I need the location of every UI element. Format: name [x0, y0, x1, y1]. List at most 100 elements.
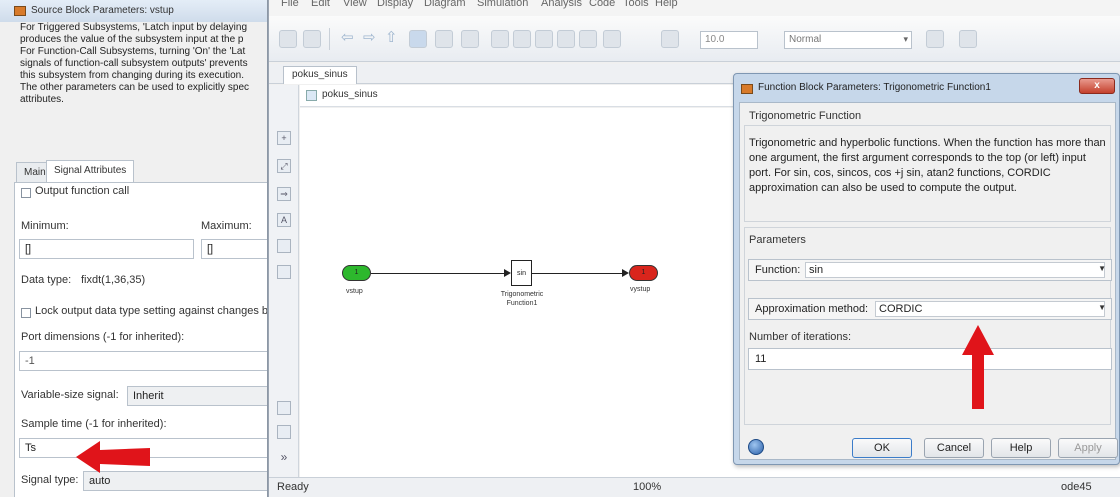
annotation-arrow-up [962, 325, 994, 409]
description-line: this subsystem from changing during its … [20, 70, 244, 81]
function-select[interactable]: Function: sin ▼ [748, 259, 1112, 281]
model-icon [306, 90, 317, 101]
inport-block[interactable]: 1 [342, 265, 371, 281]
fit-to-view-icon[interactable]: ⤢ [277, 159, 291, 173]
breadcrumb-model[interactable]: pokus_sinus [322, 89, 378, 100]
block-description: Trigonometric and hyperbolic functions. … [749, 136, 1111, 196]
output-function-call-label: Output function call [35, 185, 130, 197]
menu-code[interactable]: Code [589, 0, 615, 9]
signal-type-select[interactable]: auto [83, 471, 267, 491]
port-dimensions-field[interactable]: -1 [19, 351, 267, 371]
collapse-icon[interactable]: » [277, 451, 291, 465]
record-icon[interactable] [603, 30, 621, 48]
menu-help[interactable]: Help [655, 0, 678, 9]
build-icon[interactable] [959, 30, 977, 48]
description-line: port. For sin, cos, sincos, cos +j sin, … [749, 167, 1051, 179]
annotation-arrow-left [76, 441, 150, 473]
apply-button[interactable]: Apply [1058, 438, 1118, 458]
help-button[interactable]: Help [991, 438, 1051, 458]
forward-arrow-icon[interactable]: ⇨ [363, 28, 376, 46]
run-icon[interactable] [535, 30, 553, 48]
menu-tools[interactable]: Tools [623, 0, 649, 9]
timer-icon[interactable] [661, 30, 679, 48]
menu-edit[interactable]: Edit [311, 0, 330, 9]
iterations-field[interactable]: 11 [748, 348, 1112, 370]
refresh-icon[interactable] [513, 30, 531, 48]
signal-line-out[interactable] [532, 273, 622, 274]
step-forward-icon[interactable] [557, 30, 575, 48]
close-button[interactable]: x [1079, 78, 1115, 94]
group-title: Trigonometric Function [749, 110, 862, 122]
trigonometric-function-label: Trigonometric Function1 [487, 290, 557, 308]
data-type-value[interactable]: fixdt(1,36,35) [81, 274, 145, 286]
simulation-mode-select[interactable]: Normal ▾ [784, 31, 912, 49]
dialog-title-bar[interactable]: Function Block Parameters: Trigonometric… [734, 74, 1119, 102]
menu-display[interactable]: Display [377, 0, 413, 9]
area-icon[interactable] [277, 265, 291, 279]
signal-line-in[interactable] [371, 273, 505, 274]
model-advisor-icon[interactable] [926, 30, 944, 48]
menu-view[interactable]: View [343, 0, 367, 9]
port-dimensions-label: Port dimensions (-1 for inherited): [21, 331, 185, 343]
dialog-title: Function Block Parameters: Trigonometric… [758, 82, 991, 93]
source-block-parameters-dialog: Source Block Parameters: vstup For Trigg… [0, 0, 268, 497]
menu-diagram[interactable]: Diagram [424, 0, 466, 9]
lock-output-checkbox[interactable] [21, 308, 31, 318]
function-label: Function: [755, 264, 801, 276]
maximum-label: Maximum: [201, 220, 252, 232]
dialog-title-bar[interactable]: Source Block Parameters: vstup [0, 0, 267, 22]
menu-file[interactable]: File [281, 0, 299, 9]
model-explorer-icon[interactable] [461, 30, 479, 48]
signal-arrowhead-in [504, 269, 511, 277]
cancel-button[interactable]: Cancel [924, 438, 984, 458]
stop-icon[interactable] [579, 30, 597, 48]
description-line: Trigonometric and hyperbolic functions. … [749, 137, 1106, 149]
arrow-icon[interactable]: ⇒ [277, 187, 291, 201]
menu-analysis[interactable]: Analysis [541, 0, 582, 9]
outport-block[interactable]: 1 [629, 265, 658, 281]
lock-output-label: Lock output data type setting against ch… [35, 305, 268, 317]
up-arrow-icon[interactable]: ⇧ [385, 28, 398, 46]
ok-button[interactable]: OK [852, 438, 912, 458]
settings-gear-icon[interactable] [435, 30, 453, 48]
overview-icon[interactable] [277, 401, 291, 415]
simulink-block-icon [741, 84, 753, 94]
zoom-icon[interactable]: + [277, 131, 291, 145]
outport-block-label: vystup [630, 286, 651, 293]
variable-size-select[interactable]: Inherit [127, 386, 267, 406]
library-browser-icon[interactable] [409, 30, 427, 48]
simulation-mode-value: Normal [789, 34, 822, 45]
parameter-tabs: Main Signal Attributes [14, 160, 267, 183]
minimum-field[interactable]: [] [19, 239, 194, 259]
palette-toolbar: + ⤢ ⇒ A » [269, 85, 299, 477]
step-back-icon[interactable] [491, 30, 509, 48]
tab-pokus-sinus[interactable]: pokus_sinus [283, 66, 357, 84]
stop-time-input[interactable]: 10.0 [700, 31, 758, 49]
description-line: produces the value of the subsystem inpu… [20, 34, 244, 45]
trig-label-line-1: Trigonometric [500, 291, 544, 298]
tab-signal-attributes[interactable]: Signal Attributes [46, 160, 135, 183]
toolbar-separator [329, 28, 330, 50]
breadcrumb: pokus_sinus [300, 85, 750, 107]
save-icon[interactable] [303, 30, 321, 48]
trig-label-line-2: Function1 [506, 300, 538, 307]
dialog-title: Source Block Parameters: vstup [31, 5, 174, 16]
image-icon[interactable] [277, 239, 291, 253]
menu-simulation[interactable]: Simulation [477, 0, 528, 9]
function-block-parameters-dialog: Function Block Parameters: Trigonometric… [733, 73, 1120, 465]
output-function-call-checkbox[interactable] [21, 188, 31, 198]
approximation-method-value[interactable]: CORDIC [875, 301, 1105, 317]
description-line: one argument, the first argument corresp… [749, 152, 1086, 164]
maximum-field[interactable]: [] [201, 239, 267, 259]
zoom-level: 100% [633, 481, 662, 493]
iterations-label: Number of iterations: [749, 331, 852, 343]
new-model-icon[interactable] [279, 30, 297, 48]
help-icon[interactable] [748, 439, 764, 455]
report-icon[interactable] [277, 425, 291, 439]
back-arrow-icon[interactable]: ⇦ [341, 28, 354, 46]
annotation-icon[interactable]: A [277, 213, 291, 227]
function-value[interactable]: sin [805, 262, 1105, 278]
trigonometric-function-block[interactable]: sin [511, 260, 532, 286]
signal-type-label: Signal type: [21, 474, 79, 486]
approximation-method-select[interactable]: Approximation method: CORDIC ▼ [748, 298, 1112, 320]
